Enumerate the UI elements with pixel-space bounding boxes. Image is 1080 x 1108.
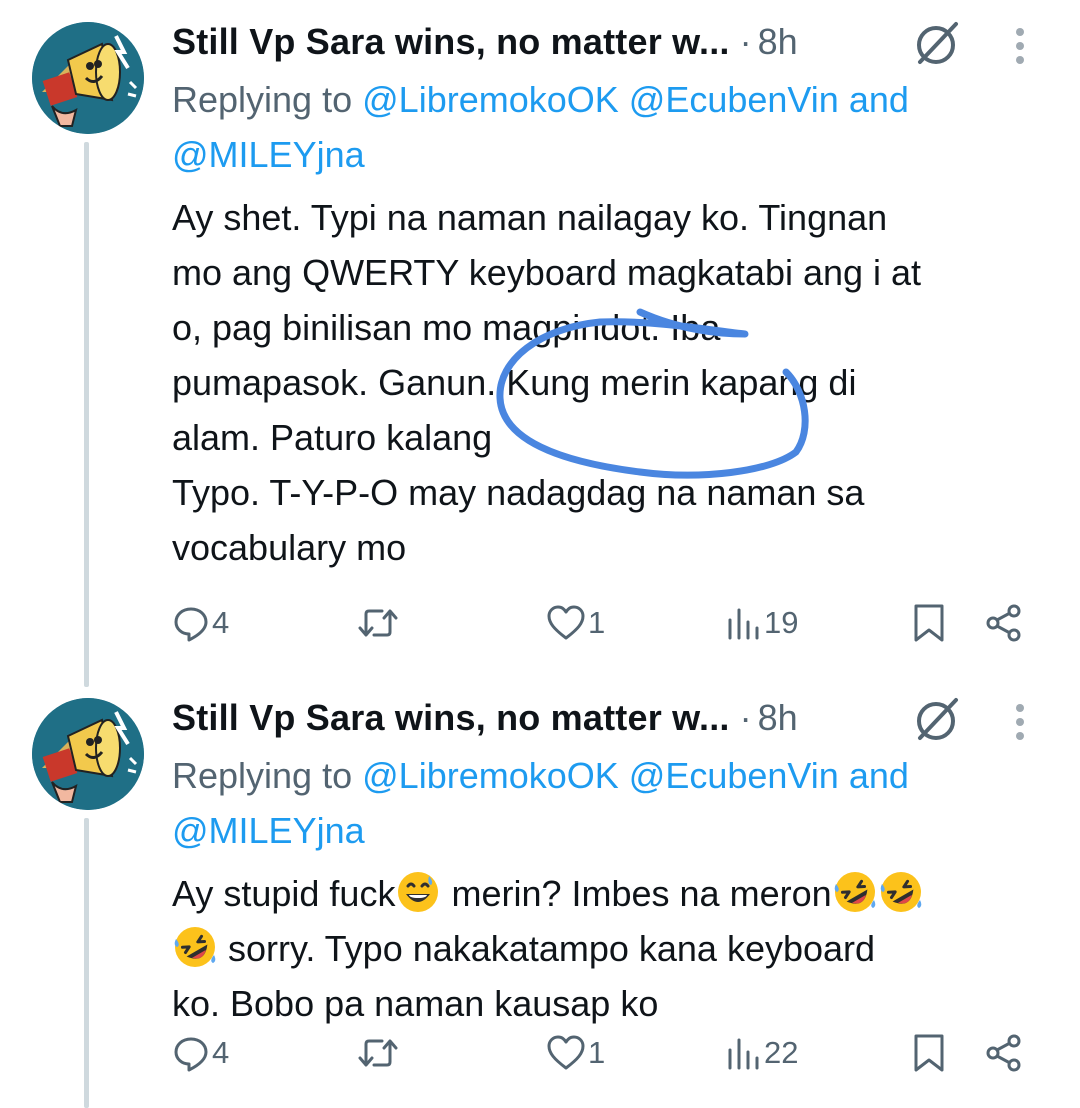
separator-dot: · bbox=[739, 697, 752, 738]
share-icon bbox=[984, 603, 1024, 643]
tweet-text-line: pumapasok. Ganun. Kung merin kapang di bbox=[172, 362, 857, 403]
bookmark-button[interactable] bbox=[912, 1028, 946, 1078]
display-name[interactable]: Still Vp Sara wins, no matter w... bbox=[172, 697, 730, 739]
replying-prefix: Replying to bbox=[172, 755, 353, 796]
vertical-ellipsis-icon[interactable] bbox=[1010, 700, 1030, 744]
views-button[interactable]: 19 bbox=[726, 598, 798, 648]
tweet-text-line: vocabulary mo bbox=[172, 527, 407, 568]
avatar[interactable] bbox=[32, 22, 144, 134]
grinning-sweat-emoji bbox=[396, 870, 440, 914]
tweet-text-line: sorry. Typo nakakatampo kana keyboard bbox=[172, 921, 1052, 976]
tweet-text-line: Ay stupid fuck merin? Imbes na meron bbox=[172, 866, 1052, 921]
heart-icon bbox=[546, 1034, 586, 1072]
view-count: 19 bbox=[764, 605, 799, 640]
tweet-text-segment: sorry. Typo nakakatampo kana keyboard bbox=[218, 928, 876, 969]
tweet-text: Ay shet. Typi na naman nailagay ko. Ting… bbox=[172, 190, 1052, 575]
circle-slash-icon bbox=[912, 18, 962, 68]
rolling-laughing-emoji bbox=[173, 925, 217, 969]
mention-link[interactable]: @EcubenVin bbox=[629, 755, 839, 796]
bar-chart-icon bbox=[726, 604, 762, 642]
reply-count: 4 bbox=[212, 1035, 230, 1070]
like-count: 1 bbox=[588, 605, 606, 640]
tweet-actions: 4 1 22 bbox=[172, 1028, 1052, 1078]
separator-dot: · bbox=[739, 21, 752, 62]
tweet-text-line: Typo. T-Y-P-O may nadagdag na naman sa bbox=[172, 472, 865, 513]
mention-and[interactable]: and bbox=[849, 79, 909, 120]
megaphone-avatar-icon bbox=[32, 22, 144, 134]
mention-link[interactable]: @MILEYjna bbox=[172, 134, 365, 175]
tweet-1[interactable]: Still Vp Sara wins, no matter w... · 8h … bbox=[0, 0, 1080, 687]
like-count: 1 bbox=[588, 1035, 606, 1070]
vertical-ellipsis-icon[interactable] bbox=[1010, 24, 1030, 68]
view-count: 22 bbox=[764, 1035, 799, 1070]
share-button[interactable] bbox=[984, 598, 1024, 648]
views-button[interactable]: 22 bbox=[726, 1028, 798, 1078]
replying-to: Replying to @LibremokoOK @EcubenVin and … bbox=[172, 748, 1042, 858]
mention-link[interactable]: @EcubenVin bbox=[629, 79, 839, 120]
tweet-text-segment: merin? Imbes na meron bbox=[441, 873, 832, 914]
share-icon bbox=[984, 1033, 1024, 1073]
rolling-laughing-emoji bbox=[879, 870, 923, 914]
replying-to: Replying to @LibremokoOK @EcubenVin and … bbox=[172, 72, 1042, 182]
like-button[interactable]: 1 bbox=[546, 1028, 605, 1078]
bar-chart-icon bbox=[726, 1034, 762, 1072]
retweet-button[interactable] bbox=[356, 598, 402, 648]
rolling-laughing-emoji bbox=[833, 870, 877, 914]
heart-icon bbox=[546, 604, 586, 642]
bookmark-icon bbox=[912, 1032, 946, 1074]
display-name[interactable]: Still Vp Sara wins, no matter w... bbox=[172, 21, 730, 63]
tweet-text-line: o, pag binilisan mo magpindot. Iba bbox=[172, 307, 721, 348]
thread-line bbox=[84, 142, 89, 687]
mention-link[interactable]: @LibremokoOK bbox=[362, 79, 619, 120]
retweet-button[interactable] bbox=[356, 1028, 402, 1078]
replying-prefix: Replying to bbox=[172, 79, 353, 120]
reply-button[interactable]: 4 bbox=[172, 1028, 229, 1078]
retweet-icon bbox=[356, 604, 400, 642]
share-button[interactable] bbox=[984, 1028, 1024, 1078]
mention-and[interactable]: and bbox=[849, 755, 909, 796]
reply-button[interactable]: 4 bbox=[172, 598, 229, 648]
bookmark-icon bbox=[912, 602, 946, 644]
timestamp[interactable]: 8h bbox=[758, 697, 798, 739]
reply-count: 4 bbox=[212, 605, 230, 640]
bookmark-button[interactable] bbox=[912, 598, 946, 648]
tweet-header: Still Vp Sara wins, no matter w... · 8h bbox=[172, 14, 1052, 70]
speech-bubble-icon bbox=[172, 1034, 210, 1072]
mention-link[interactable]: @LibremokoOK bbox=[362, 755, 619, 796]
speech-bubble-icon bbox=[172, 604, 210, 642]
tweet-text-line: ko. Bobo pa naman kausap ko bbox=[172, 983, 659, 1024]
tweet-text-line: alam. Paturo kalang bbox=[172, 417, 493, 458]
tweet-actions: 4 1 19 bbox=[172, 598, 1052, 648]
retweet-icon bbox=[356, 1034, 400, 1072]
tweet-text-line: Ay shet. Typi na naman nailagay ko. Ting… bbox=[172, 197, 888, 238]
megaphone-avatar-icon bbox=[32, 698, 144, 810]
tweet-text-line: mo ang QWERTY keyboard magkatabi ang i a… bbox=[172, 252, 922, 293]
tweet-2[interactable]: Still Vp Sara wins, no matter w... · 8h … bbox=[0, 676, 1080, 1108]
tweet-header: Still Vp Sara wins, no matter w... · 8h bbox=[172, 690, 1052, 746]
mention-link[interactable]: @MILEYjna bbox=[172, 810, 365, 851]
tweet-text-segment: Ay stupid fuck bbox=[172, 873, 396, 914]
tweet-text: Ay stupid fuck merin? Imbes na meron sor… bbox=[172, 866, 1052, 1031]
circle-slash-icon bbox=[912, 694, 962, 744]
thread-line bbox=[84, 818, 89, 1108]
like-button[interactable]: 1 bbox=[546, 598, 605, 648]
timestamp[interactable]: 8h bbox=[758, 21, 798, 63]
avatar[interactable] bbox=[32, 698, 144, 810]
